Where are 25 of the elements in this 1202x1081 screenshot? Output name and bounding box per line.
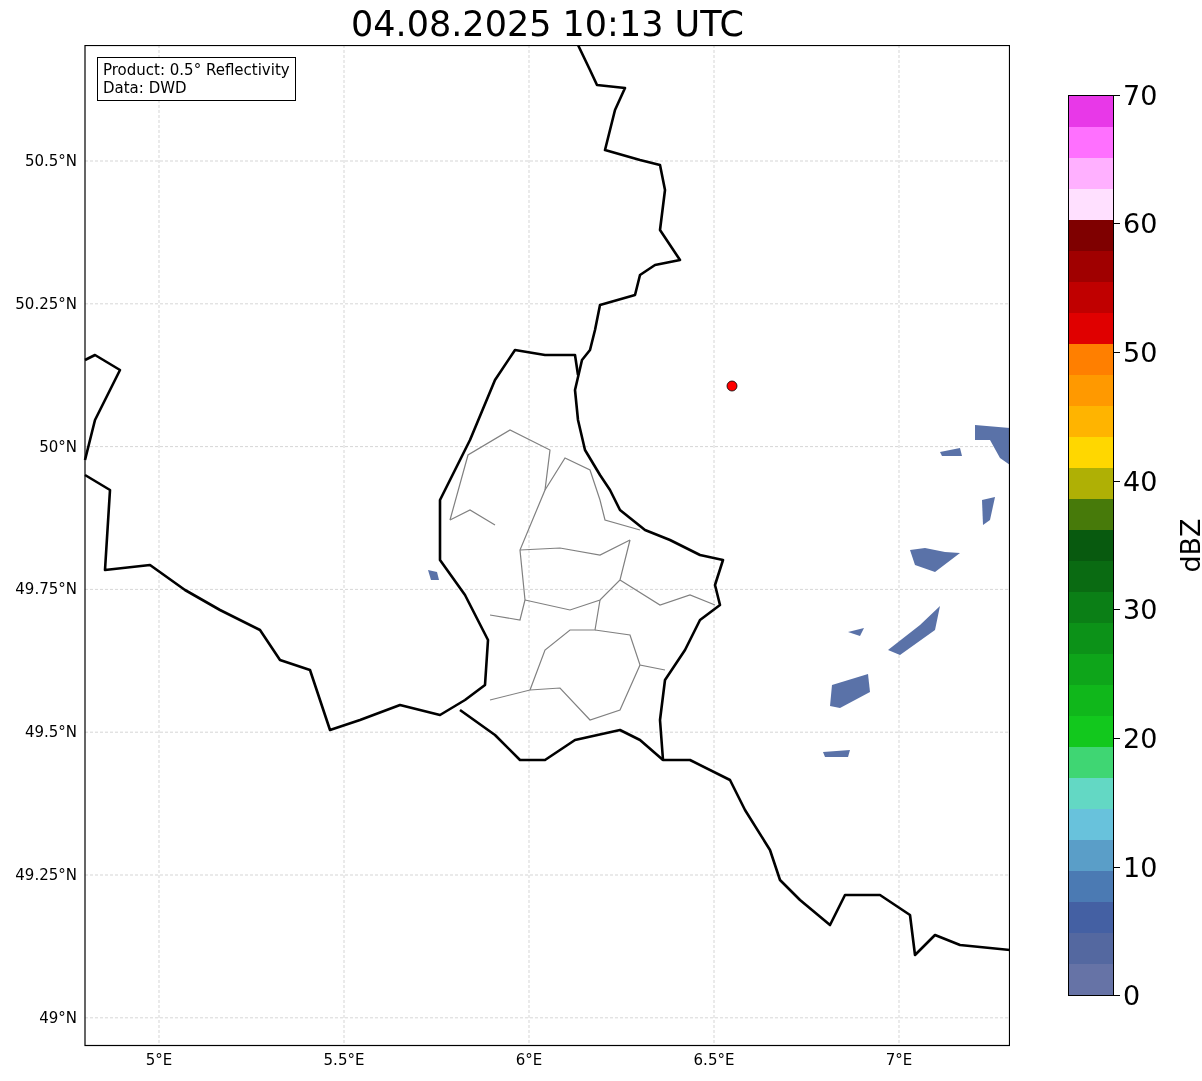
radar-site-marker xyxy=(726,380,738,392)
x-tick-label: 6.5°E xyxy=(693,1051,735,1069)
y-tick-label: 49.5°N xyxy=(24,723,77,742)
colorbar-tick-label: 20 xyxy=(1123,723,1158,754)
x-tick-label: 6°E xyxy=(515,1051,543,1069)
x-tick-label: 5°E xyxy=(145,1051,173,1069)
colorbar-tick-label: 10 xyxy=(1123,851,1158,883)
colorbar-tick-label: 30 xyxy=(1123,594,1158,626)
chart-title: 04.08.2025 10:13 UTC xyxy=(351,3,744,45)
info-text: Data: DWD xyxy=(103,79,188,97)
colorbar-label: dBZ xyxy=(1174,518,1202,573)
y-tick-label: 49.75°N xyxy=(15,580,77,599)
y-tick-label: 50.5°N xyxy=(24,152,77,170)
colorbar-tick-label: 50 xyxy=(1123,336,1158,368)
colorbar-tick-label: 40 xyxy=(1123,465,1158,497)
y-tick-label: 50°N xyxy=(39,437,77,456)
y-tick-label: 49.25°N xyxy=(15,866,77,884)
info-text: Product: 0.5° Reflectivity xyxy=(103,61,290,79)
colorbar-tick-label: 60 xyxy=(1123,208,1158,240)
colorbar-tick-label: 0 xyxy=(1123,980,1141,1012)
y-tick-label: 49°N xyxy=(39,1008,77,1027)
x-tick-label: 5.5°E xyxy=(323,1051,365,1069)
colorbar-tick-label: 70 xyxy=(1123,79,1158,111)
y-tick-label: 50.25°N xyxy=(15,294,77,313)
x-tick-label: 7°E xyxy=(885,1051,913,1069)
